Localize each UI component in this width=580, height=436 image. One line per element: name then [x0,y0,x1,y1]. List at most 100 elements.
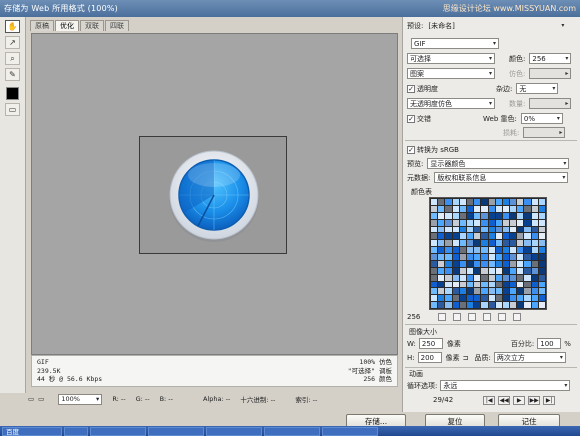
color-table-swatch[interactable] [502,212,510,219]
color-table-swatch[interactable] [524,254,531,260]
color-table-swatch[interactable] [459,302,466,308]
color-table-swatch[interactable] [517,199,524,205]
color-table-swatch[interactable] [495,288,502,295]
color-table-swatch[interactable] [431,205,438,212]
color-table-swatch[interactable] [531,205,538,212]
color-table-swatch[interactable] [445,240,452,247]
color-table-swatch[interactable] [531,295,538,302]
color-table-swatch[interactable] [466,254,474,260]
color-table-swatch[interactable] [481,219,488,226]
color-table-swatch[interactable] [488,288,495,295]
color-table-swatch[interactable] [438,274,445,281]
color-table-swatch[interactable] [488,274,495,281]
color-table-swatch[interactable] [531,233,538,240]
color-table-swatch[interactable] [481,302,488,308]
color-table-swatch[interactable] [481,254,488,260]
color-table-swatch[interactable] [438,240,445,247]
color-table-swatch[interactable] [510,267,517,274]
first-frame-icon[interactable]: |◀ [483,395,496,405]
preset-select[interactable]: [未命名] ▾ [426,20,566,31]
color-table-swatch[interactable] [488,247,495,253]
interlaced-checkbox[interactable]: ✓ [407,114,415,123]
color-table-swatch[interactable] [445,254,452,260]
preview-canvas[interactable] [31,33,398,355]
zoom-select[interactable]: 100% ▾ [58,393,103,405]
color-table-swatch[interactable] [466,212,474,219]
color-table-swatch[interactable] [502,199,510,205]
color-table-swatch[interactable] [474,212,481,219]
color-table-swatch[interactable] [459,205,466,212]
color-table-swatch[interactable] [474,295,481,302]
color-table-swatch[interactable] [452,260,459,267]
quality-select[interactable]: 两次立方 ▾ [493,352,566,363]
color-table-swatch[interactable] [524,212,531,219]
color-table-swatch[interactable] [474,281,481,288]
color-table-swatch[interactable] [531,267,538,274]
color-table-swatch[interactable] [510,226,517,233]
loop-select[interactable]: 永远 ▾ [440,380,571,391]
color-table-swatch[interactable] [481,295,488,302]
color-table-swatch[interactable] [502,267,510,274]
color-table-swatch[interactable] [495,274,502,281]
preview-select[interactable]: 显示器颜色 ▾ [427,158,570,169]
color-table-swatch[interactable] [531,219,538,226]
lock-color-icon[interactable] [453,313,462,321]
color-table-swatch[interactable] [524,199,531,205]
color-table-swatch[interactable] [438,254,445,260]
eyedropper-icon[interactable]: ✎ [5,68,20,81]
color-table-swatch[interactable] [452,254,459,260]
color-table-swatch[interactable] [531,260,538,267]
color-table-swatch[interactable] [488,212,495,219]
color-table-swatch[interactable] [531,274,538,281]
prev-frame-icon[interactable]: ◀◀ [498,395,511,405]
color-table-swatch[interactable] [517,212,524,219]
color-table-swatch[interactable] [445,212,452,219]
color-table-swatch[interactable] [466,274,474,281]
color-table-swatch[interactable] [466,281,474,288]
color-table-swatch[interactable] [488,302,495,308]
color-table-swatch[interactable] [438,199,445,205]
color-table-swatch[interactable] [466,219,474,226]
color-table-swatch[interactable] [531,288,538,295]
color-table-swatch[interactable] [538,281,545,288]
color-table-swatch[interactable] [466,267,474,274]
color-table-swatch[interactable] [459,219,466,226]
color-table-swatch[interactable] [459,288,466,295]
color-table-swatch[interactable] [466,260,474,267]
color-table-swatch[interactable] [445,295,452,302]
color-table-swatch[interactable] [438,247,445,253]
color-table-swatch[interactable] [531,254,538,260]
color-table-swatch[interactable] [510,205,517,212]
color-table-swatch[interactable] [502,288,510,295]
color-table-swatch[interactable] [431,260,438,267]
color-table-swatch[interactable] [510,254,517,260]
color-table-swatch[interactable] [502,281,510,288]
color-table-swatch[interactable] [481,260,488,267]
slice-select-icon[interactable]: ↗ [5,36,20,49]
color-table-swatch[interactable] [445,199,452,205]
color-table-swatch[interactable] [445,219,452,226]
play-icon[interactable]: ▶ [513,395,526,405]
matte-select[interactable]: 无 ▾ [516,83,559,94]
color-table-swatch[interactable] [452,274,459,281]
color-table-swatch[interactable] [502,260,510,267]
metadata-select[interactable]: 版权和联系信息 ▾ [434,172,569,183]
color-table-swatch[interactable] [531,281,538,288]
color-table-swatch[interactable] [452,288,459,295]
link-icon[interactable]: ⊐ [463,354,469,362]
add-color-icon[interactable] [483,313,492,321]
color-table-swatch[interactable] [481,226,488,233]
color-table-swatch[interactable] [452,281,459,288]
color-table-swatch[interactable] [452,233,459,240]
colors-select[interactable]: 256 ▾ [529,53,572,64]
color-table-swatch[interactable] [445,274,452,281]
color-table-swatch[interactable] [517,260,524,267]
color-table-swatch[interactable] [538,260,545,267]
color-table-swatch[interactable] [488,226,495,233]
browser-preview-icon[interactable]: ▭ [38,395,44,403]
color-table-swatch[interactable] [502,219,510,226]
color-table-swatch[interactable] [510,247,517,253]
color-table-swatch[interactable] [459,254,466,260]
color-table-swatch[interactable] [488,205,495,212]
color-table-swatch[interactable] [474,302,481,308]
